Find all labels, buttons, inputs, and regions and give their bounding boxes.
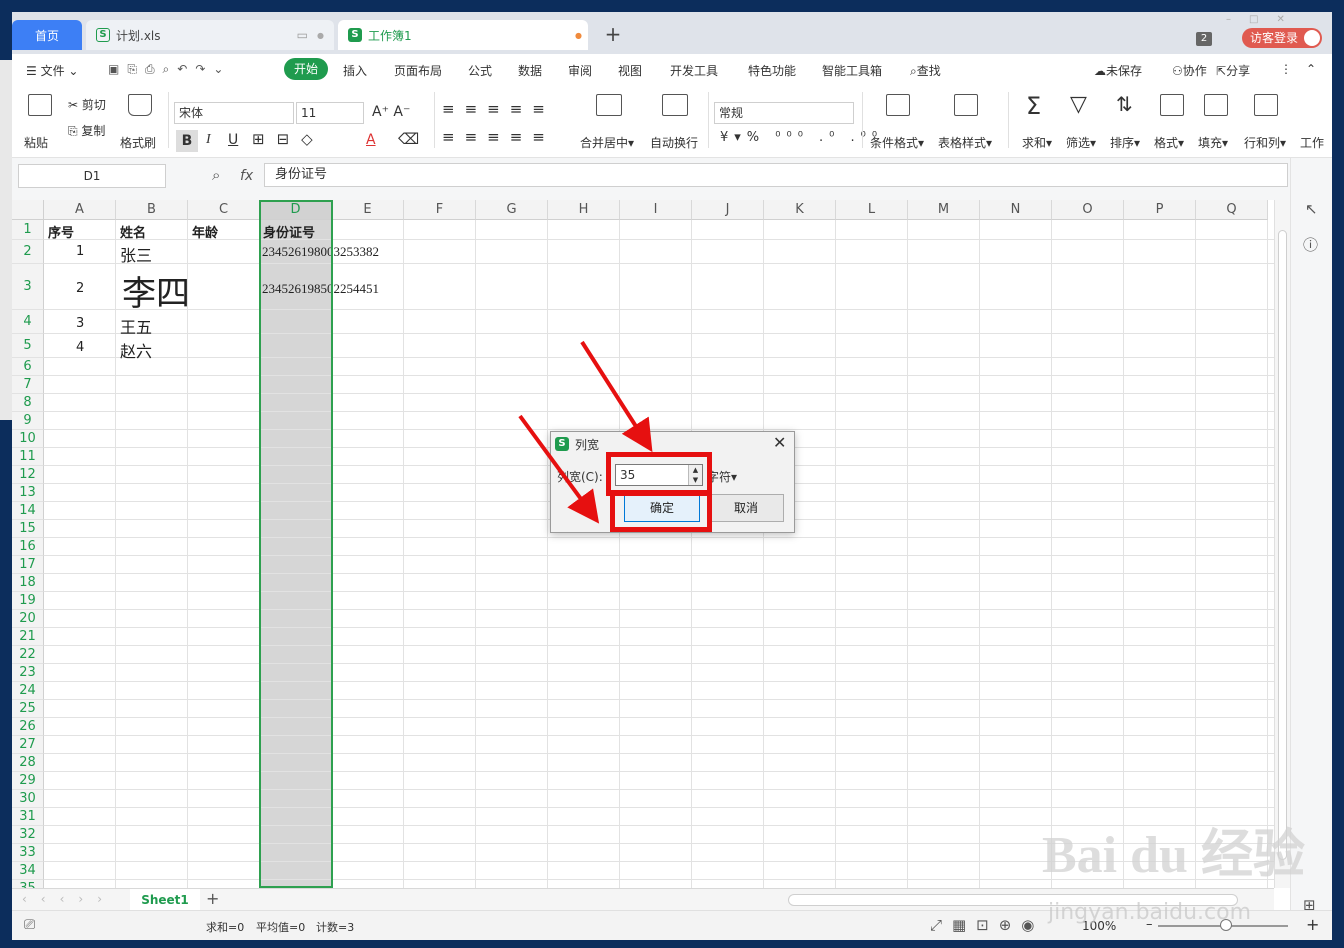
watermark-url: jingyan.baidu.com (1048, 900, 1252, 925)
arrow-to-ok (518, 414, 600, 524)
baidu-watermark: Bai du 经验 (1042, 827, 1305, 884)
arrow-to-input (580, 340, 653, 453)
background-window-edge (0, 60, 12, 420)
annotation-arrows (518, 340, 653, 524)
wps-window: 首页 S 计划.xls ▭ ● S 工作簿1 ● + 2 –□✕ 访客登录 ☰ 文件 ⌄ … (12, 12, 1332, 940)
